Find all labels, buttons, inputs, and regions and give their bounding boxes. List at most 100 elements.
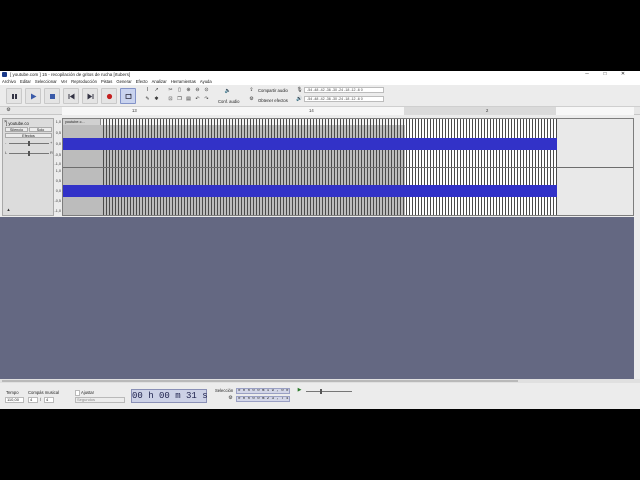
play-at-speed-icon[interactable]: ▶ <box>296 387 303 394</box>
time-signature-numerator[interactable]: 4 <box>28 397 38 403</box>
amplitude-scale: 1,0 0,5 0,0 -0,5 -1,0 1,0 0,5 0,0 -0,5 -… <box>53 118 62 216</box>
timeline-ruler[interactable]: 13 14 2 <box>62 107 634 115</box>
multi-tool-icon[interactable]: ✱ <box>153 96 160 103</box>
vscale-label: 0,5 <box>55 131 61 135</box>
solo-button[interactable]: Solo <box>29 127 52 132</box>
microphone-icon[interactable]: 🎙 <box>296 87 303 94</box>
loop-button[interactable] <box>120 88 136 104</box>
stop-icon <box>49 93 55 99</box>
title-bar: [ youtube.com ] 15 - recopilación de gri… <box>0 71 640 78</box>
effects-icon[interactable]: ⚙ <box>248 96 255 103</box>
silence-icon[interactable]: ⊡ <box>167 96 174 103</box>
menu-archivo[interactable]: Archivo <box>2 79 16 84</box>
effects-button[interactable]: Efectos <box>5 133 52 138</box>
selection-end-field[interactable]: 0 0 h 0 0 m 2 3 , 7 4 s <box>236 396 290 402</box>
minimize-icon[interactable]: ─ <box>580 71 594 78</box>
get-effects-button[interactable]: Obtener efectos <box>258 98 288 103</box>
redo-icon[interactable]: ↷ <box>203 96 210 103</box>
menu-seleccionar[interactable]: Seleccionar <box>35 79 57 84</box>
record-icon <box>106 93 112 99</box>
vscale-label: 0,5 <box>55 179 61 183</box>
recording-meter[interactable]: -54 -48 -42 -36 -30 -24 -18 -12 -6 0 <box>304 87 384 93</box>
speaker-icon[interactable]: 🔈 <box>222 88 234 95</box>
menu-pistas[interactable]: Pistas <box>101 79 112 84</box>
empty-track-area[interactable] <box>0 217 634 379</box>
skip-end-button[interactable] <box>82 88 98 104</box>
menu-ayuda[interactable]: Ayuda <box>200 79 212 84</box>
audacity-app-icon <box>2 72 7 77</box>
audio-setup-button[interactable]: Conf. audio <box>218 99 239 104</box>
envelope-tool-icon[interactable]: ↗ <box>153 87 160 94</box>
record-button[interactable] <box>101 88 117 104</box>
waveform-view[interactable]: youtube.c... <box>62 118 634 216</box>
waveform-left-channel <box>63 138 557 150</box>
recording-meter-scale: -54 -48 -42 -36 -30 -24 -18 -12 -6 0 <box>307 88 363 92</box>
playback-meter[interactable]: -54 -48 -42 -36 -30 -24 -18 -12 -6 0 <box>304 96 384 102</box>
timeline-settings-icon[interactable]: ⚙ <box>5 107 12 114</box>
zoom-selection-icon[interactable]: ⊙ <box>203 87 210 94</box>
cut-icon[interactable]: ✂ <box>167 87 174 94</box>
vertical-scrollbar[interactable] <box>634 116 640 379</box>
play-icon <box>30 93 36 99</box>
selection-tool-icon[interactable]: I <box>144 87 151 94</box>
selection-toolbar: Tempo 110,00 Compás musical 4 / 4 Ajusta… <box>0 383 640 409</box>
paste-icon[interactable]: ▤ <box>185 96 192 103</box>
copy-icon[interactable]: ❐ <box>176 96 183 103</box>
menu-efecto[interactable]: Efecto <box>136 79 148 84</box>
selection-start-field[interactable]: 0 0 h 0 0 m 1 9 , 0 0 s <box>236 388 290 394</box>
stop-button[interactable] <box>44 88 60 104</box>
snap-checkbox[interactable] <box>75 390 80 396</box>
mute-button[interactable]: Silencio <box>5 127 28 132</box>
track-area: × [ youtube.co Silencio Solo Efectos - +… <box>0 116 640 216</box>
tempo-label: Tempo <box>6 390 19 395</box>
draw-tool-icon[interactable]: ✎ <box>144 96 151 103</box>
clip-title-bar[interactable]: youtube.c... <box>63 119 101 125</box>
tempo-field[interactable]: 110,00 <box>5 397 24 403</box>
zoom-out-icon[interactable]: ⊖ <box>194 87 201 94</box>
pause-button[interactable] <box>6 88 22 104</box>
pan-slider[interactable] <box>9 151 49 156</box>
time-display[interactable]: 00 h 00 m 31 s <box>131 389 208 403</box>
maximize-icon[interactable]: □ <box>598 71 612 78</box>
snap-unit-select[interactable]: Segundos <box>75 397 125 403</box>
share-audio-button[interactable]: Compartir audio <box>258 88 288 93</box>
playback-meter-icon[interactable]: 🔊 <box>296 96 303 103</box>
selection-label: Selección <box>215 388 234 393</box>
vscale-label: -0,5 <box>54 153 61 157</box>
skip-start-button[interactable] <box>63 88 79 104</box>
vscale-label: 0,0 <box>55 142 61 146</box>
close-icon[interactable]: ✕ <box>616 71 630 78</box>
horizontal-scrollbar-thumb[interactable] <box>2 380 518 382</box>
selection-options-icon[interactable]: ⚙ <box>227 395 234 402</box>
vscale-label: -0,5 <box>54 199 61 203</box>
playback-speed-slider[interactable] <box>306 389 352 394</box>
menu-analizar[interactable]: Analizar <box>152 79 167 84</box>
gain-slider-knob[interactable] <box>28 141 30 146</box>
time-signature-label: Compás musical <box>28 390 59 395</box>
menu-ver[interactable]: Ver <box>61 79 67 84</box>
track-control-panel[interactable]: × [ youtube.co Silencio Solo Efectos - +… <box>2 118 54 216</box>
gain-plus-label: + <box>50 140 53 145</box>
zoom-in-icon[interactable]: ⊕ <box>185 87 192 94</box>
menu-editar[interactable]: Editar <box>20 79 31 84</box>
play-button[interactable] <box>25 88 41 104</box>
playback-meter-scale: -54 -48 -42 -36 -30 -24 -18 -12 -6 0 <box>307 97 363 101</box>
menu-bar: Archivo Editar Seleccionar Ver Reproducc… <box>0 78 640 85</box>
track-name[interactable]: [ youtube.co <box>6 121 52 126</box>
vscale-label: 1,0 <box>55 120 61 124</box>
menu-herramientas[interactable]: Herramientas <box>171 79 196 84</box>
menu-generar[interactable]: Generar <box>116 79 131 84</box>
trim-icon[interactable]: ▯ <box>176 87 183 94</box>
time-signature-denominator[interactable]: 4 <box>44 397 54 403</box>
menu-reproduccion[interactable]: Reproducción <box>71 79 97 84</box>
collapse-track-icon[interactable]: ▴ <box>5 207 12 214</box>
undo-icon[interactable]: ↶ <box>194 96 201 103</box>
toolbar: I ↗ ✎ ✱ ✂ ▯ ⊕ ⊖ ⊙ ⊡ ❐ ▤ ↶ ↷ 🔈 Conf. audi… <box>0 85 640 107</box>
gain-slider[interactable] <box>9 141 49 146</box>
share-icon[interactable]: ⇪ <box>248 87 255 94</box>
pan-slider-knob[interactable] <box>28 151 30 156</box>
gain-minus-label: - <box>5 140 7 145</box>
ruler-tick-14: 14 <box>309 108 314 113</box>
playback-speed-knob[interactable] <box>320 389 322 394</box>
pan-left-label: L <box>5 150 8 155</box>
